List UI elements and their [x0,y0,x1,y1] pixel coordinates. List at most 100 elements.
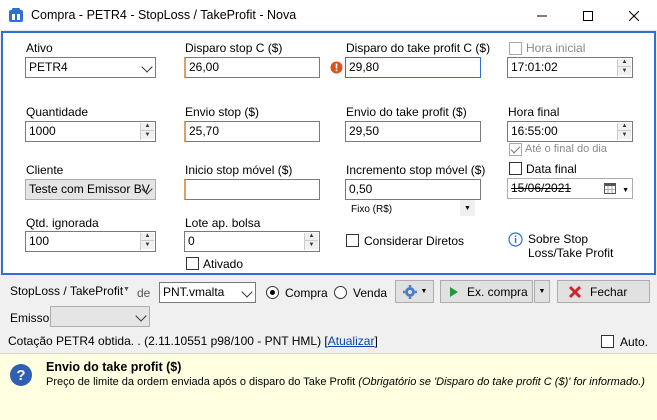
dropdown-arrow-icon: ▼ [538,288,546,295]
help-body-text: Preço de limite da ordem enviada após o … [46,376,359,388]
calendar-icon[interactable] [604,182,616,194]
hora-inicial-spinner[interactable]: ▲ ▼ [617,59,631,76]
de-label: de [137,286,151,300]
hora-final-input[interactable]: 16:55:00 ▲ ▼ [507,121,633,142]
ativado-label: Ativado [203,257,244,271]
disparo-stop-input[interactable]: 26,00 [184,57,320,78]
incremento-tipo-dropdown[interactable]: ▼ [460,200,475,216]
hora-final-label: Hora final [508,105,560,119]
maximize-icon [583,10,593,21]
cliente-label: Cliente [26,163,64,177]
ativo-value: PETR4 [29,60,68,74]
considerar-diretos-checkbox[interactable] [346,234,359,247]
quantidade-spinner[interactable]: ▲ ▼ [140,123,154,140]
auto-label: Auto. [620,335,649,349]
envio-take-label: Envio do take profit ($) [346,105,467,119]
ativado-checkbox[interactable] [186,257,199,270]
status-line: Cotação PETR4 obtida. . (2.11.10551 p98/… [8,334,378,348]
incremento-tipo-value: Fixo (R$) [351,204,393,215]
inicio-stop-movel-input[interactable] [184,179,320,200]
incremento-input[interactable]: 0,50 [345,179,481,200]
atualizar-link[interactable]: Atualizar [328,334,375,348]
help-title: Envio do take profit ($) [46,360,182,374]
sobre-link[interactable]: Sobre Stop Loss/Take Profit [528,232,628,260]
chevron-down-icon[interactable]: ▼ [123,286,130,293]
qtd-ignorada-input[interactable]: 100 ▲ ▼ [25,231,156,252]
hora-inicial-value: 17:01:02 [511,60,558,74]
envio-stop-label: Envio stop ($) [185,105,260,119]
auto-checkbox[interactable] [601,335,614,348]
play-icon [450,286,458,297]
spin-down-icon[interactable]: ▼ [618,131,631,139]
hora-inicial-checkbox[interactable] [509,42,522,55]
lote-value: 0 [188,234,195,248]
help-question-icon: ? [10,364,32,386]
maximize-button[interactable] [565,0,611,31]
error-icon [330,61,343,74]
window-title: Compra - PETR4 - StopLoss / TakeProfit -… [31,8,297,22]
account-combo[interactable]: PNT.vmalta [159,282,256,303]
exec-compra-button[interactable]: Ex. compra [440,280,533,303]
minimize-button[interactable] [519,0,565,31]
qtd-ignorada-value: 100 [29,234,50,248]
inicio-stop-movel-label: Inicio stop móvel ($) [185,163,293,177]
data-final-input[interactable]: 15/06/2021 ▼ [507,178,633,199]
venda-label: Venda [353,286,388,300]
help-body: Preço de limite da ordem enviada após o … [46,376,645,388]
compra-label: Compra [285,286,328,300]
close-button[interactable] [611,0,657,31]
envio-stop-input[interactable]: 25,70 [184,121,320,142]
ativo-label: Ativo [26,41,53,55]
dropdown-arrow-icon[interactable]: ▼ [622,183,629,198]
ate-final-label: Até o final do dia [525,143,607,155]
chevron-down-icon [241,286,253,298]
data-final-value: 15/06/2021 [511,181,572,195]
app-logo-icon [9,8,23,22]
spin-down-icon[interactable]: ▼ [141,131,154,139]
lote-spinner[interactable]: ▲ ▼ [304,233,318,250]
dropdown-arrow-icon: ▼ [464,204,471,212]
data-final-checkbox[interactable] [509,162,522,175]
status-bracket-close: ] [374,334,378,348]
hora-final-spinner[interactable]: ▲ ▼ [617,123,631,140]
hora-inicial-input[interactable]: 17:01:02 ▲ ▼ [507,57,633,78]
order-form-panel: Ativo PETR4 Disparo stop C ($) 26,00 Dis… [1,31,656,275]
spin-down-icon[interactable]: ▼ [618,67,631,75]
ate-final-checkbox[interactable] [509,143,522,156]
qtd-ignorada-spinner[interactable]: ▲ ▼ [140,233,154,250]
strategy-selector[interactable]: StopLoss / TakeProfit [10,284,123,298]
status-text: Cotação PETR4 obtida. . (2.11.10551 p98/… [8,334,325,348]
account-value: PNT.vmalta [163,285,225,299]
quantidade-label: Quantidade [26,105,89,119]
considerar-diretos-label: Considerar Diretos [364,234,465,248]
hora-final-value: 16:55:00 [511,124,558,138]
incremento-label: Incremento stop móvel ($) [346,163,486,177]
dropdown-arrow-icon: ▼ [420,288,428,295]
title-bar: Compra - PETR4 - StopLoss / TakeProfit -… [0,0,657,31]
close-icon [629,10,639,21]
lote-input[interactable]: 0 ▲ ▼ [184,231,320,252]
emissor-combo[interactable] [50,306,150,327]
disparo-take-input[interactable]: 29,80 [345,57,481,78]
settings-button[interactable]: ▼ [395,280,434,303]
data-final-label: Data final [526,162,577,176]
venda-radio[interactable] [334,286,347,299]
compra-radio[interactable] [266,286,279,299]
cliente-combo[interactable]: Teste com Emissor BV [25,179,156,200]
svg-text:?: ? [16,367,25,384]
disparo-stop-label: Disparo stop C ($) [185,41,283,55]
quantidade-value: 1000 [29,124,56,138]
ativo-combo[interactable]: PETR4 [25,57,156,78]
spin-down-icon[interactable]: ▼ [141,241,154,249]
fechar-button[interactable]: Fechar [557,280,650,303]
exec-dropdown-button[interactable]: ▼ [534,280,550,303]
envio-take-input[interactable]: 29,50 [345,121,481,142]
close-red-icon [568,285,582,298]
exec-compra-label: Ex. compra [467,284,528,299]
quantidade-input[interactable]: 1000 ▲ ▼ [25,121,156,142]
spin-down-icon[interactable]: ▼ [305,241,318,249]
help-body-note: (Obrigatório se 'Disparo do take profit … [358,376,645,388]
minimize-icon [537,15,547,16]
help-panel: ? Envio do take profit ($) Preço de limi… [0,353,657,420]
info-icon[interactable] [508,232,523,247]
